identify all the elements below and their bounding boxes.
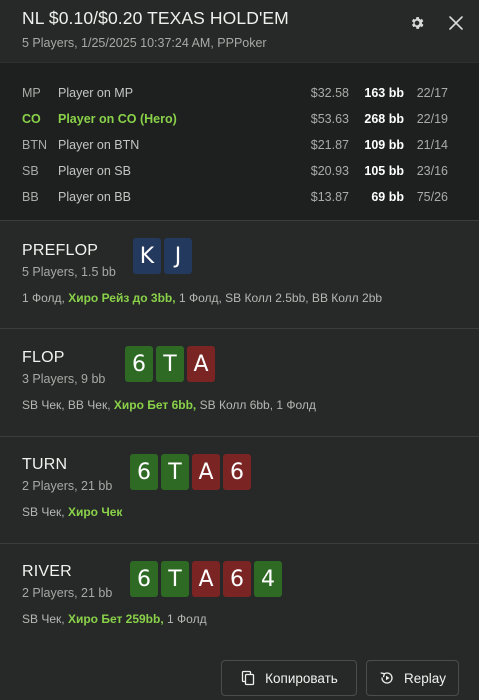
player-name: Player on MP — [58, 86, 134, 100]
player-stats: 21/14 — [416, 138, 448, 152]
player-name: Player on CO (Hero) — [58, 112, 177, 126]
hand-subtitle: 5 Players, 1/25/2025 10:37:24 AM, PPPoke… — [22, 36, 267, 50]
action-text: SB Чек, BB Чек, — [22, 398, 114, 412]
player-row-mp: MP Player on MP $32.58 163 bb 22/17 — [0, 80, 479, 106]
street-actions: SB Чек, Хиро Чек — [22, 505, 122, 519]
card: A — [192, 561, 220, 597]
replay-label: Replay — [403, 670, 447, 686]
player-stats: 22/19 — [416, 112, 448, 126]
action-text: SB Чек, — [22, 505, 68, 519]
player-name: Player on BB — [58, 190, 131, 204]
action-text: SB Колл 6bb, 1 Фолд — [196, 398, 316, 412]
card: 6 — [223, 454, 251, 490]
player-stack-bb: 268 bb — [364, 112, 404, 126]
player-stack-bb: 105 bb — [364, 164, 404, 178]
settings-button[interactable] — [406, 12, 428, 34]
copy-button[interactable]: Копировать — [221, 660, 357, 696]
player-position: SB — [22, 164, 39, 178]
player-name: Player on BTN — [58, 138, 140, 152]
player-stack-bb: 109 bb — [364, 138, 404, 152]
card: 6 — [125, 346, 153, 382]
street-river: RIVER 2 Players, 21 bb 6 T A 6 4 SB Чек,… — [0, 543, 479, 651]
player-stack: $21.87 — [310, 138, 349, 152]
action-text: 1 Фолд, — [22, 291, 69, 305]
player-stack: $53.63 — [310, 112, 349, 126]
player-stats: 75/26 — [416, 190, 448, 204]
card: 6 — [130, 561, 158, 597]
player-position: BB — [22, 190, 39, 204]
player-row-bb: BB Player on BB $13.87 69 bb 75/26 — [0, 184, 479, 210]
street-actions: SB Чек, Хиро Бет 259bb, 1 Фолд — [22, 612, 207, 626]
close-button[interactable] — [445, 12, 467, 34]
card: 6 — [223, 561, 251, 597]
card: T — [156, 346, 184, 382]
hand-header: NL $0.10/$0.20 TEXAS HOLD'EM 5 Players, … — [0, 0, 479, 62]
street-info: 5 Players, 1.5 bb — [22, 265, 116, 279]
street-info: 3 Players, 9 bb — [22, 372, 106, 386]
player-stack-bb: 69 bb — [371, 190, 404, 204]
replay-button[interactable]: Replay — [366, 660, 459, 696]
action-text: 1 Фолд — [163, 612, 207, 626]
river-cards: 6 T A 6 4 — [130, 561, 282, 597]
street-info: 2 Players, 21 bb — [22, 479, 113, 493]
action-text: 1 Фолд, SB Колл 2.5bb, BB Колл 2bb — [175, 291, 383, 305]
street-name: RIVER — [22, 563, 72, 580]
gear-icon — [411, 17, 424, 29]
player-stack-bb: 163 bb — [364, 86, 404, 100]
street-preflop: PREFLOP 5 Players, 1.5 bb K J 1 Фолд, Хи… — [0, 220, 479, 328]
player-stats: 22/17 — [416, 86, 448, 100]
card: A — [192, 454, 220, 490]
player-row-btn: BTN Player on BTN $21.87 109 bb 21/14 — [0, 132, 479, 158]
card: 4 — [254, 561, 282, 597]
hero-action: Хиро Бет 259bb, — [67, 612, 164, 626]
flop-cards: 6 T A — [125, 346, 215, 382]
street-name: PREFLOP — [22, 242, 99, 259]
preflop-cards: K J — [133, 238, 192, 274]
close-icon — [449, 16, 463, 30]
turn-cards: 6 T A 6 — [130, 454, 251, 490]
player-position: CO — [22, 112, 41, 126]
copy-icon — [241, 670, 255, 686]
street-turn: TURN 2 Players, 21 bb 6 T A 6 SB Чек, Хи… — [0, 436, 479, 543]
player-stack: $13.87 — [310, 190, 349, 204]
card: 6 — [130, 454, 158, 490]
hand-title: NL $0.10/$0.20 TEXAS HOLD'EM — [22, 8, 289, 28]
player-position: BTN — [22, 138, 47, 152]
action-text: SB Чек, — [22, 612, 68, 626]
player-row-sb: SB Player on SB $20.93 105 bb 23/16 — [0, 158, 479, 184]
hero-action: Хиро Бет 6bb, — [113, 398, 197, 412]
replay-icon — [380, 672, 393, 684]
players-table: MP Player on MP $32.58 163 bb 22/17 CO P… — [0, 62, 479, 220]
player-name: Player on SB — [58, 164, 131, 178]
card: J — [164, 238, 192, 274]
street-name: FLOP — [22, 349, 65, 366]
street-actions: SB Чек, BB Чек, Хиро Бет 6bb, SB Колл 6b… — [22, 398, 316, 412]
card: T — [161, 561, 189, 597]
street-actions: 1 Фолд, Хиро Рейз до 3bb, 1 Фолд, SB Кол… — [22, 291, 382, 305]
street-flop: FLOP 3 Players, 9 bb 6 T A SB Чек, BB Че… — [0, 328, 479, 436]
hero-action: Хиро Рейз до 3bb, — [68, 291, 176, 305]
player-stats: 23/16 — [416, 164, 448, 178]
card: K — [133, 238, 161, 274]
copy-label: Копировать — [265, 670, 338, 686]
hero-action: Хиро Чек — [67, 505, 123, 519]
card: T — [161, 454, 189, 490]
player-stack: $32.58 — [310, 86, 349, 100]
player-position: MP — [22, 86, 41, 100]
street-info: 2 Players, 21 bb — [22, 586, 113, 600]
player-stack: $20.93 — [310, 164, 349, 178]
street-name: TURN — [22, 456, 68, 473]
card: A — [187, 346, 215, 382]
player-row-co-hero: CO Player on CO (Hero) $53.63 268 bb 22/… — [0, 106, 479, 132]
